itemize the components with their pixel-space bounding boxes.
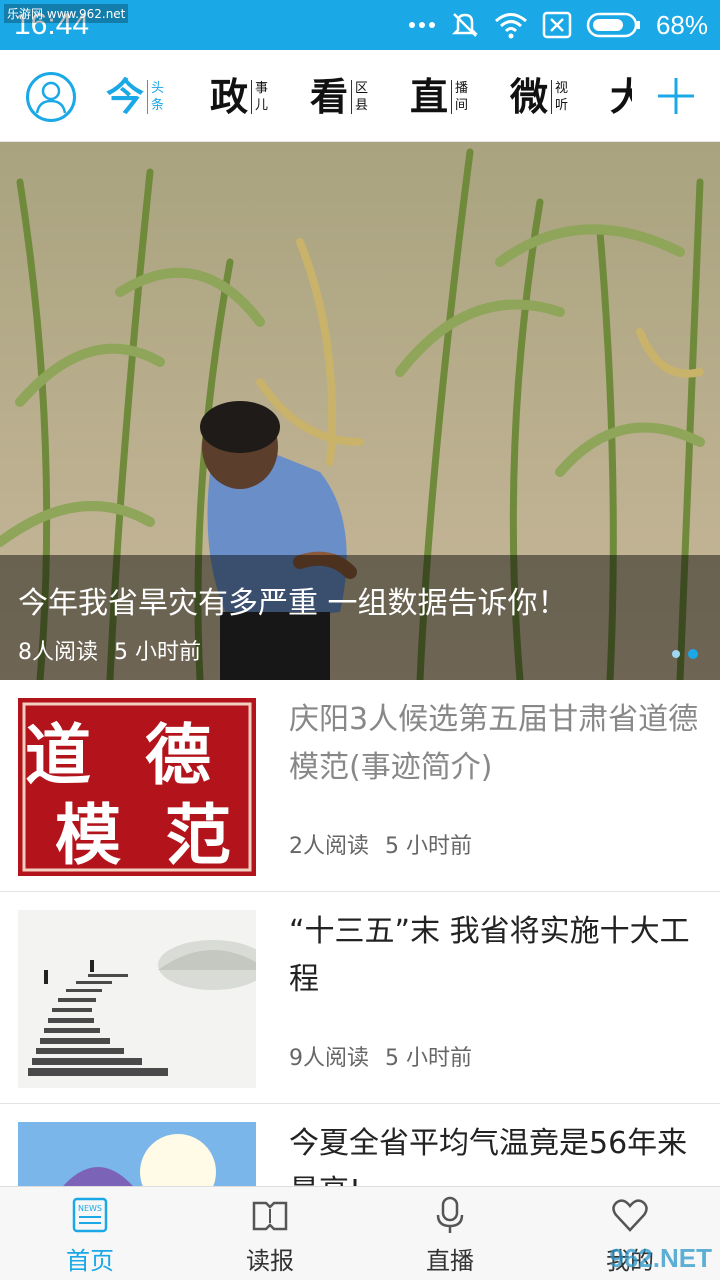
bottom-tab-bar: NEWS 首页 读报 直播 我的 962.NET <box>0 1186 720 1280</box>
microphone-icon <box>436 1196 464 1233</box>
user-icon <box>35 81 67 114</box>
site-watermark: 乐游网 www.962.net <box>4 4 129 23</box>
news-thumbnail: 道 德 模 范 <box>18 698 256 876</box>
hero-meta: 8人阅读 5 小时前 <box>18 634 201 666</box>
news-thumbnail <box>18 910 256 1088</box>
hero-title: 今年我省旱灾有多严重 一组数据告诉你！ <box>18 586 568 621</box>
tab-sub-label: 视听 <box>551 80 568 114</box>
tab-home[interactable]: NEWS 首页 <box>0 1187 180 1280</box>
tab-headlines[interactable]: 今 头条 <box>106 72 164 122</box>
news-home-icon: NEWS <box>72 1197 108 1233</box>
mute-icon <box>451 13 478 37</box>
news-reads: 2人阅读 <box>289 834 369 859</box>
hero-time: 5 小时前 <box>114 640 201 665</box>
hero-reads: 8人阅读 <box>18 640 98 665</box>
avatar[interactable] <box>26 72 76 122</box>
tab-live[interactable]: 直 播间 <box>410 72 468 122</box>
tab-label: 首页 <box>66 1247 114 1275</box>
battery-percent: 68% <box>655 9 708 40</box>
tab-main-char: 今 <box>106 74 145 119</box>
tab-main-char: 微 <box>510 74 549 119</box>
tab-main-char: 政 <box>210 74 249 119</box>
add-channel-icon[interactable] <box>656 76 696 116</box>
channel-tabs: 今 头条 政 事儿 看 区县 直 播间 微 视听 大 <box>104 50 632 142</box>
status-icons: 68% <box>408 8 708 42</box>
top-nav-bar: 今 头条 政 事儿 看 区县 直 播间 微 视听 大 <box>0 50 720 142</box>
tab-sub-label: 头条 <box>147 80 164 114</box>
news-title: “十三五”末 我省将实施十大工程 <box>289 914 690 997</box>
thumb-char: 模 <box>55 796 121 874</box>
tab-main-char: 大 <box>610 74 632 119</box>
tab-label: 直播 <box>426 1247 474 1275</box>
news-meta: 2人阅读 5 小时前 <box>289 828 472 860</box>
news-meta: 9人阅读 5 小时前 <box>289 1040 472 1072</box>
wifi-icon <box>494 13 527 39</box>
tab-sub-label: 事儿 <box>251 80 268 114</box>
sim-icon <box>542 11 572 39</box>
corner-watermark: 962.NET <box>609 1243 712 1273</box>
news-time: 5 小时前 <box>385 1046 472 1071</box>
list-item[interactable]: 道 德 模 范 庆阳3人候选第五届甘肃省道德模范(事迹简介) 2人阅读 5 小时前 <box>0 680 720 892</box>
carousel-dot[interactable] <box>672 650 680 658</box>
tab-label: 读报 <box>246 1247 294 1275</box>
news-title: 庆阳3人候选第五届甘肃省道德模范(事迹简介) <box>289 702 699 785</box>
carousel-indicator <box>672 649 698 659</box>
list-item[interactable]: “十三五”末 我省将实施十大工程 9人阅读 5 小时前 <box>0 892 720 1104</box>
news-time: 5 小时前 <box>385 834 472 859</box>
tab-politics[interactable]: 政 事儿 <box>210 72 268 122</box>
news-reads: 9人阅读 <box>289 1046 369 1071</box>
newspaper-icon <box>252 1201 288 1231</box>
tab-newspaper[interactable]: 读报 <box>180 1187 360 1280</box>
battery-icon <box>586 12 640 38</box>
tab-main-char: 直 <box>410 74 449 119</box>
thumb-char: 道 <box>25 716 91 794</box>
tab-districts[interactable]: 看 区县 <box>310 72 368 122</box>
heart-icon <box>612 1199 648 1232</box>
status-bar: 16:44 乐游网 www.962.net 68% <box>0 0 720 50</box>
thumb-char: 德 <box>145 716 211 794</box>
staircase-image <box>28 940 256 1076</box>
moral-model-image: 道 德 模 范 <box>22 702 252 874</box>
svg-text:NEWS: NEWS <box>78 1204 102 1213</box>
thumb-char: 范 <box>165 796 231 874</box>
tab-sub-label: 区县 <box>351 80 368 114</box>
tab-live-stream[interactable]: 直播 <box>360 1187 540 1280</box>
tab-main-char: 看 <box>310 74 349 119</box>
tab-sub-label: 播间 <box>451 80 468 114</box>
tab-video[interactable]: 微 视听 <box>510 72 568 122</box>
hero-banner[interactable]: 今年我省旱灾有多严重 一组数据告诉你！ 8人阅读 5 小时前 <box>0 142 720 680</box>
carousel-dot-active[interactable] <box>688 649 698 659</box>
more-dots-icon <box>408 22 435 28</box>
tab-more[interactable]: 大 <box>610 72 632 122</box>
